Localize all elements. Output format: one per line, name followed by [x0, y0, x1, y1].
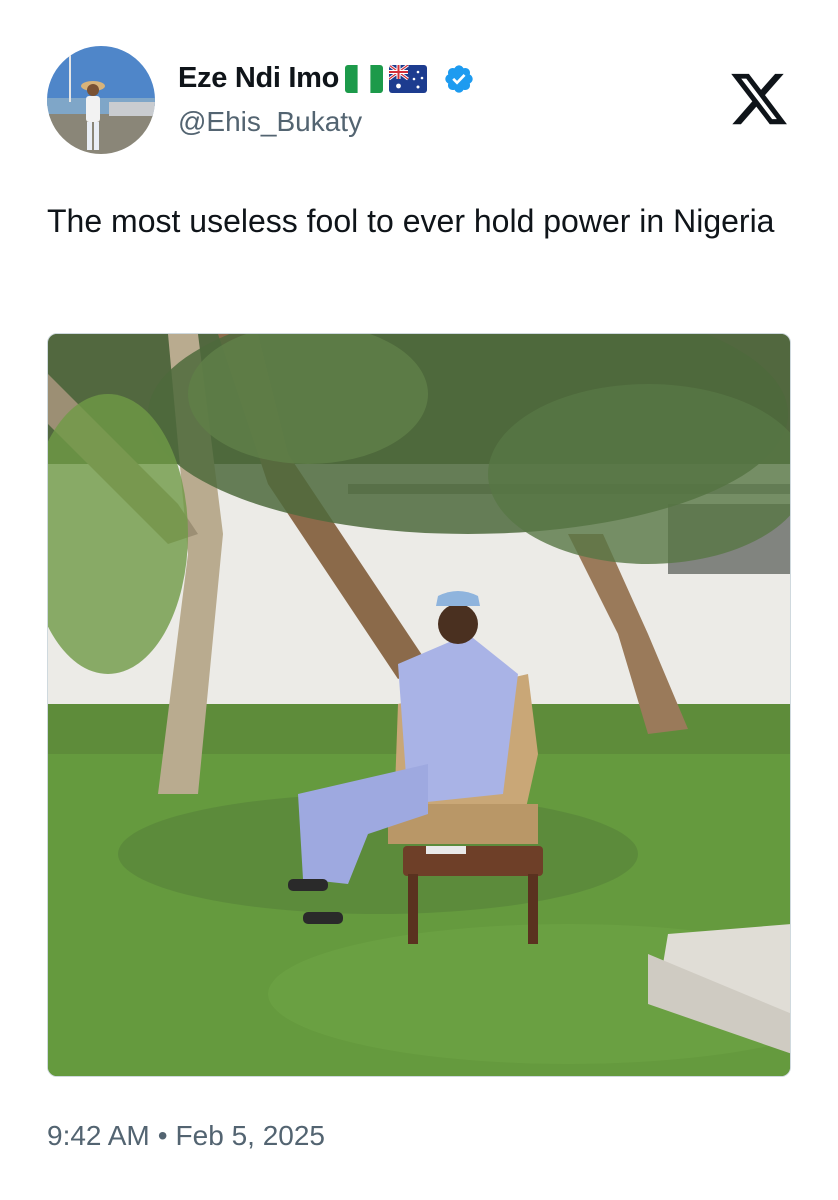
tweet-timestamp[interactable]: 9:42 AM • Feb 5, 2025	[47, 1120, 325, 1152]
nigeria-flag-icon	[345, 64, 384, 93]
australia-flag-icon	[389, 64, 428, 93]
author-display-name[interactable]: Eze Ndi Imo	[178, 62, 339, 95]
tweet-text: The most useless fool to ever hold power…	[47, 203, 775, 239]
tweet-time: 9:42 AM	[47, 1120, 150, 1151]
author-handle[interactable]: @Ehis_Bukaty	[178, 106, 362, 138]
avatar[interactable]	[47, 46, 155, 154]
x-logo-icon[interactable]	[728, 68, 790, 130]
tweet-date: Feb 5, 2025	[175, 1120, 325, 1151]
verified-badge-icon	[443, 63, 475, 95]
tweet-photo[interactable]	[47, 333, 791, 1077]
timestamp-separator: •	[157, 1120, 168, 1151]
author-name-row: Eze Ndi Imo	[178, 62, 475, 95]
